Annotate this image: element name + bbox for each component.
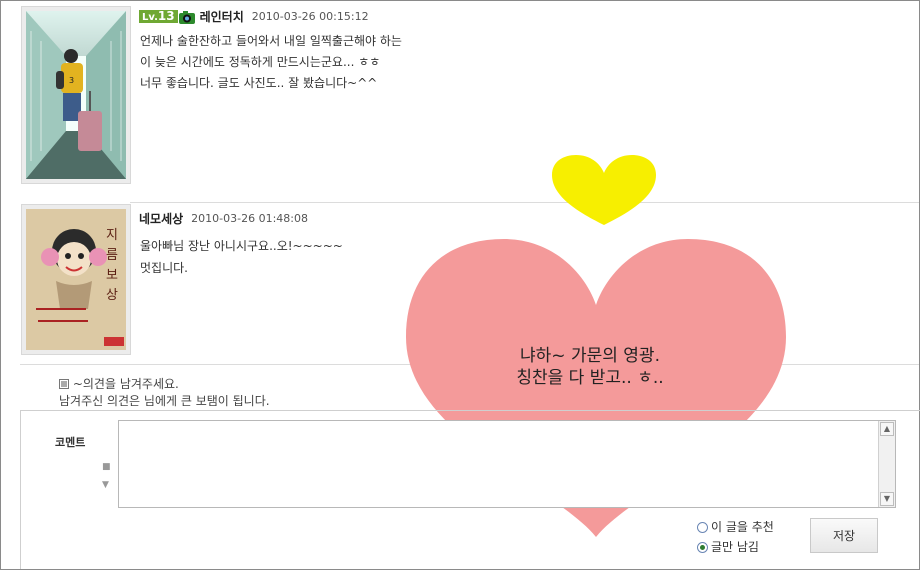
- comment-text-line: 울아빠님 장난 아니시구요..오!~~~~~: [140, 239, 343, 253]
- avatar-caption: 지: [106, 228, 118, 243]
- radio-label: 이 글을 추천: [711, 520, 774, 534]
- author-name[interactable]: 네모세상: [139, 212, 183, 226]
- svg-text:름: 름: [106, 248, 118, 263]
- textarea-scrollbar[interactable]: ▲ ▼: [878, 421, 895, 507]
- guide-text: ~의견을 남겨주세요.: [72, 377, 179, 391]
- heart-message-line: 칭찬을 다 받고.. ㅎ..: [516, 368, 664, 388]
- radio-comment-only[interactable]: 글만 남김: [697, 538, 759, 555]
- scroll-down-icon[interactable]: ▼: [880, 492, 894, 506]
- expand-icon[interactable]: ■: [102, 462, 111, 472]
- svg-text:상: 상: [106, 288, 118, 303]
- comment-input[interactable]: ▲ ▼: [118, 420, 896, 508]
- camera-icon: [178, 10, 195, 24]
- comment-text-line: 멋집니다.: [140, 261, 188, 275]
- yellow-heart-icon: [552, 155, 656, 225]
- radio-button[interactable]: [697, 522, 708, 533]
- comment-meta: Lv.13 레인터치 2010-03-26 00:15:12: [139, 8, 369, 25]
- comment-text-line: 언제나 술한잔하고 들어와서 내일 일찍출근해야 하는: [140, 34, 402, 48]
- comment-date: 2010-03-26 01:48:08: [191, 212, 308, 225]
- avatar-nemosesang[interactable]: 지 름 보 상: [21, 204, 131, 355]
- comment-meta: 네모세상 2010-03-26 01:48:08: [139, 210, 308, 227]
- radio-recommend[interactable]: 이 글을 추천: [697, 518, 774, 535]
- svg-text:3: 3: [69, 76, 74, 85]
- radio-button-selected[interactable]: [697, 542, 708, 553]
- save-button[interactable]: 저장: [810, 518, 878, 553]
- avatar-reintouch[interactable]: 3: [21, 6, 131, 184]
- chevron-down-icon[interactable]: ▼: [102, 480, 109, 490]
- radio-label: 글만 남김: [711, 540, 759, 554]
- comment-guide-icon: [59, 379, 69, 389]
- guide-line-1: ~의견을 남겨주세요.: [59, 375, 179, 392]
- comment-label: 코멘트: [55, 436, 86, 449]
- guide-line-2: 남겨주신 의견은 님에게 큰 보탬이 됩니다.: [59, 394, 270, 408]
- comment-text-line: 너무 좋습니다. 글도 사진도.. 잘 봤습니다~^^: [140, 76, 378, 90]
- comment-divider: [130, 202, 919, 203]
- comment-date: 2010-03-26 00:15:12: [251, 10, 369, 23]
- level-badge: Lv.13: [139, 10, 178, 23]
- author-name[interactable]: 레인터치: [200, 10, 244, 24]
- avatar-image: 지 름 보 상: [26, 209, 126, 350]
- svg-text:보: 보: [106, 268, 118, 283]
- scroll-up-icon[interactable]: ▲: [880, 422, 894, 436]
- comment-text-line: 이 늦은 시간에도 정독하게 만드시는군요... ㅎㅎ: [140, 55, 381, 69]
- avatar-image: 3: [26, 11, 126, 179]
